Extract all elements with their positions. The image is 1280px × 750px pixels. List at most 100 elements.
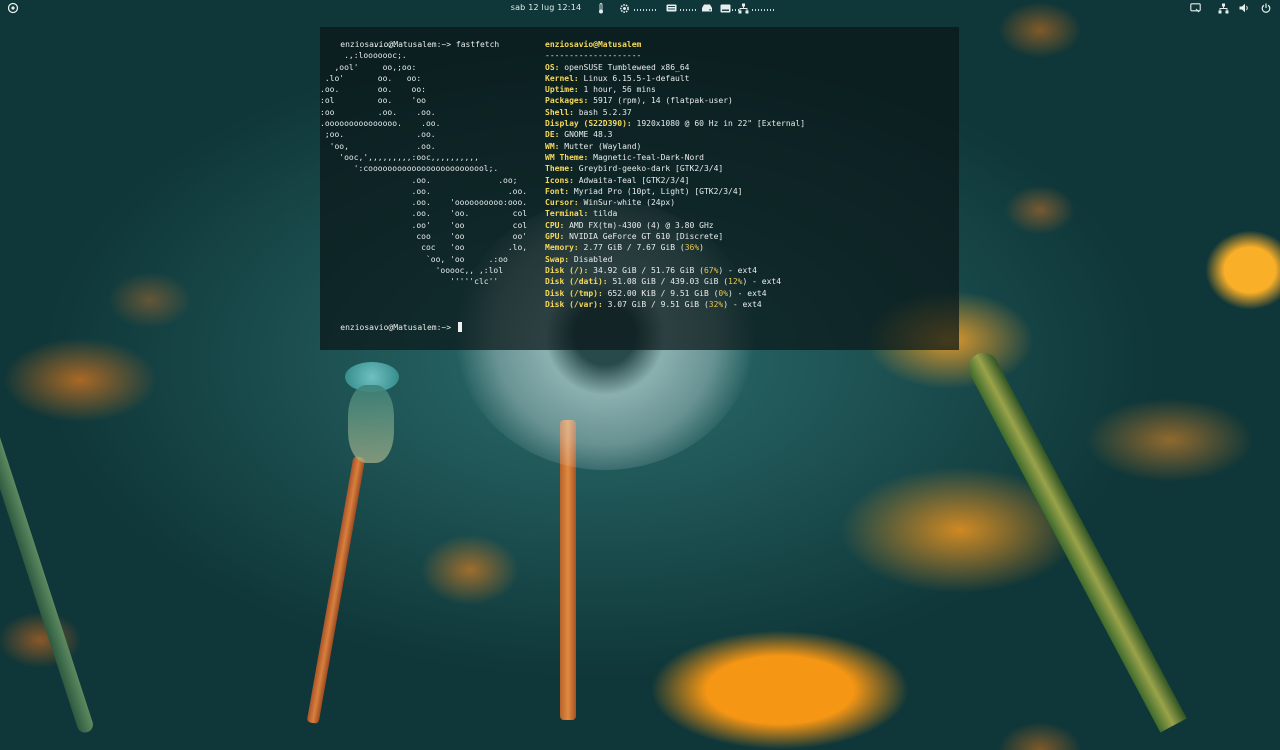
info-value: Adwaita-Teal [GTK2/3/4] bbox=[573, 175, 690, 185]
info-value: Linux 6.15.5-1-default bbox=[578, 73, 690, 83]
info-row: Theme: Greybird-geeko-dark [GTK2/3/4] bbox=[545, 163, 805, 174]
clock[interactable]: sab 12 lug 12:14 bbox=[508, 0, 584, 16]
info-value: tilda bbox=[588, 209, 618, 219]
info-value: Mutter (Wayland) bbox=[559, 141, 642, 151]
info-value: WinSur-white (24px) bbox=[578, 198, 676, 208]
bud-stem bbox=[306, 456, 366, 724]
prompt-line[interactable]: enziosavio@Matusalem:~> bbox=[321, 311, 462, 345]
right-flower bbox=[1205, 230, 1280, 310]
activities-icon[interactable] bbox=[5, 0, 21, 16]
system-info: enziosavio@Matusalem -------------------… bbox=[545, 39, 805, 310]
info-value: 652.00 KiB / 9.51 GiB ( bbox=[602, 288, 719, 298]
info-row: Swap: Disabled bbox=[545, 254, 805, 265]
info-key: Font: bbox=[545, 186, 570, 196]
network-graph bbox=[752, 9, 774, 11]
opensuse-ascii-logo: ..... .,:looooooc;. ,ool' oo,;oo: .lo' o… bbox=[320, 39, 527, 288]
logo-line: .oo. 'oooooooooo:ooo. bbox=[320, 198, 528, 208]
info-key: Packages: bbox=[545, 96, 589, 106]
info-percent: 32% bbox=[708, 299, 724, 309]
logo-line: .oo. .oo; bbox=[320, 175, 518, 185]
logo-line: :ol oo. 'oo bbox=[320, 96, 426, 106]
volume-icon[interactable] bbox=[1237, 0, 1251, 16]
cpu-graph bbox=[634, 9, 656, 11]
logo-line: 'oo, .oo. bbox=[320, 141, 436, 151]
info-row: Packages: 5917 (rpm), 14 (flatpak-user) bbox=[545, 95, 805, 106]
logo-line: ;oo. .oo. bbox=[320, 130, 436, 140]
info-value: Disabled bbox=[569, 254, 613, 264]
info-row: Terminal: tilda bbox=[545, 208, 805, 219]
info-value: 2.77 GiB / 7.67 GiB ( bbox=[578, 243, 685, 253]
logo-line: .oo. oo. oo: bbox=[320, 85, 426, 95]
network-icon[interactable] bbox=[736, 0, 750, 16]
grass-blade bbox=[963, 347, 1187, 733]
info-key: Uptime: bbox=[545, 85, 579, 95]
info-key: WM Theme: bbox=[545, 152, 589, 162]
keyboard-icon[interactable] bbox=[664, 0, 678, 16]
logo-line: ..... bbox=[320, 40, 398, 49]
info-row: Memory: 2.77 GiB / 7.67 GiB (36%) bbox=[545, 242, 805, 253]
info-key: Kernel: bbox=[545, 73, 579, 83]
info-key: Memory: bbox=[545, 243, 579, 253]
info-row: Font: Myriad Pro (10pt, Light) [GTK2/3/4… bbox=[545, 186, 805, 197]
info-key: CPU: bbox=[545, 220, 565, 230]
info-value: 34.92 GiB / 51.76 GiB ( bbox=[588, 265, 704, 275]
info-key: Disk (/var): bbox=[545, 299, 603, 309]
info-value: GNOME 48.3 bbox=[559, 130, 613, 140]
info-row: Cursor: WinSur-white (24px) bbox=[545, 197, 805, 208]
info-row: Disk (/tmp): 652.00 KiB / 9.51 GiB (0%) … bbox=[545, 288, 805, 299]
power-icon[interactable] bbox=[1259, 0, 1273, 16]
info-key: OS: bbox=[545, 62, 560, 72]
grass-blade-left bbox=[0, 425, 96, 735]
info-tail: ) - ext4 bbox=[742, 277, 782, 287]
info-row: Icons: Adwaita-Teal [GTK2/3/4] bbox=[545, 175, 805, 186]
logo-line: .lo' oo. oo: bbox=[320, 73, 422, 83]
logo-line: ,ool' oo,;oo: bbox=[320, 62, 417, 72]
info-key: Theme: bbox=[545, 164, 574, 174]
network-wired-icon[interactable] bbox=[1216, 0, 1230, 16]
top-bar: sab 12 lug 12:14 bbox=[0, 0, 1280, 16]
info-row: Display (S22D390): 1920x1080 @ 60 Hz in … bbox=[545, 118, 805, 129]
thermometer-icon[interactable] bbox=[596, 0, 606, 16]
disk-icon[interactable] bbox=[718, 0, 732, 16]
info-value: AMD FX(tm)-4300 (4) @ 3.80 GHz bbox=[564, 220, 714, 230]
info-value: NVIDIA GeForce GT 610 [Discrete] bbox=[564, 232, 724, 242]
info-row: WM: Mutter (Wayland) bbox=[545, 141, 805, 152]
logo-line: .,:looooooc;. bbox=[320, 51, 407, 61]
cursor bbox=[457, 322, 462, 333]
logo-line: ':cooooooooooooooooooooooool;. bbox=[320, 164, 499, 174]
info-value: Myriad Pro (10pt, Light) [GTK2/3/4] bbox=[569, 186, 743, 196]
logo-line: coc 'oo .lo, bbox=[320, 243, 528, 253]
info-tail: ) - ext4 bbox=[728, 288, 767, 298]
info-title: enziosavio@Matusalem bbox=[545, 40, 642, 49]
terminal-window[interactable]: enziosavio@Matusalem:~> fastfetch ..... … bbox=[320, 27, 959, 350]
info-tail: ) - ext4 bbox=[718, 265, 757, 275]
info-value: Greybird-geeko-dark [GTK2/3/4] bbox=[573, 164, 724, 174]
info-row: GPU: NVIDIA GeForce GT 610 [Discrete] bbox=[545, 231, 805, 242]
info-value: Magnetic-Teal-Dark-Nord bbox=[588, 152, 704, 162]
logo-line: .oo. 'oo. col bbox=[320, 209, 528, 219]
info-percent: 0% bbox=[718, 288, 729, 298]
info-row: Disk (/dati): 51.08 GiB / 439.03 GiB (12… bbox=[545, 276, 805, 287]
info-value: openSUSE Tumbleweed x86_64 bbox=[559, 62, 690, 72]
info-percent: 67% bbox=[703, 265, 719, 275]
info-row: Kernel: Linux 6.15.5-1-default bbox=[545, 73, 805, 84]
screen-share-icon[interactable] bbox=[1188, 0, 1202, 16]
info-row: Shell: bash 5.2.37 bbox=[545, 107, 805, 118]
info-row: DE: GNOME 48.3 bbox=[545, 129, 805, 140]
info-percent: 36% bbox=[684, 243, 700, 253]
cpu-gear-icon[interactable] bbox=[617, 0, 631, 16]
info-key: GPU: bbox=[545, 232, 565, 242]
info-percent: 12% bbox=[728, 277, 743, 287]
logo-line: 'ooooc,, ,:lol bbox=[320, 265, 504, 275]
info-row: Uptime: 1 hour, 56 mins bbox=[545, 84, 805, 95]
bud-body bbox=[348, 385, 394, 463]
logo-line: 'ooc,',,,,,,,,,:ooc,,,,,,,,,, bbox=[320, 152, 479, 162]
drive-icon[interactable] bbox=[699, 0, 715, 16]
info-key: Icons: bbox=[545, 175, 574, 185]
info-key: Disk (/tmp): bbox=[545, 288, 603, 298]
bottom-flower bbox=[650, 630, 910, 750]
info-separator: -------------------- bbox=[545, 51, 642, 61]
info-value: 51.08 GiB / 439.03 GiB ( bbox=[607, 277, 729, 287]
logo-line: coo 'oo oo' bbox=[320, 232, 528, 242]
info-key: Shell: bbox=[545, 107, 574, 117]
